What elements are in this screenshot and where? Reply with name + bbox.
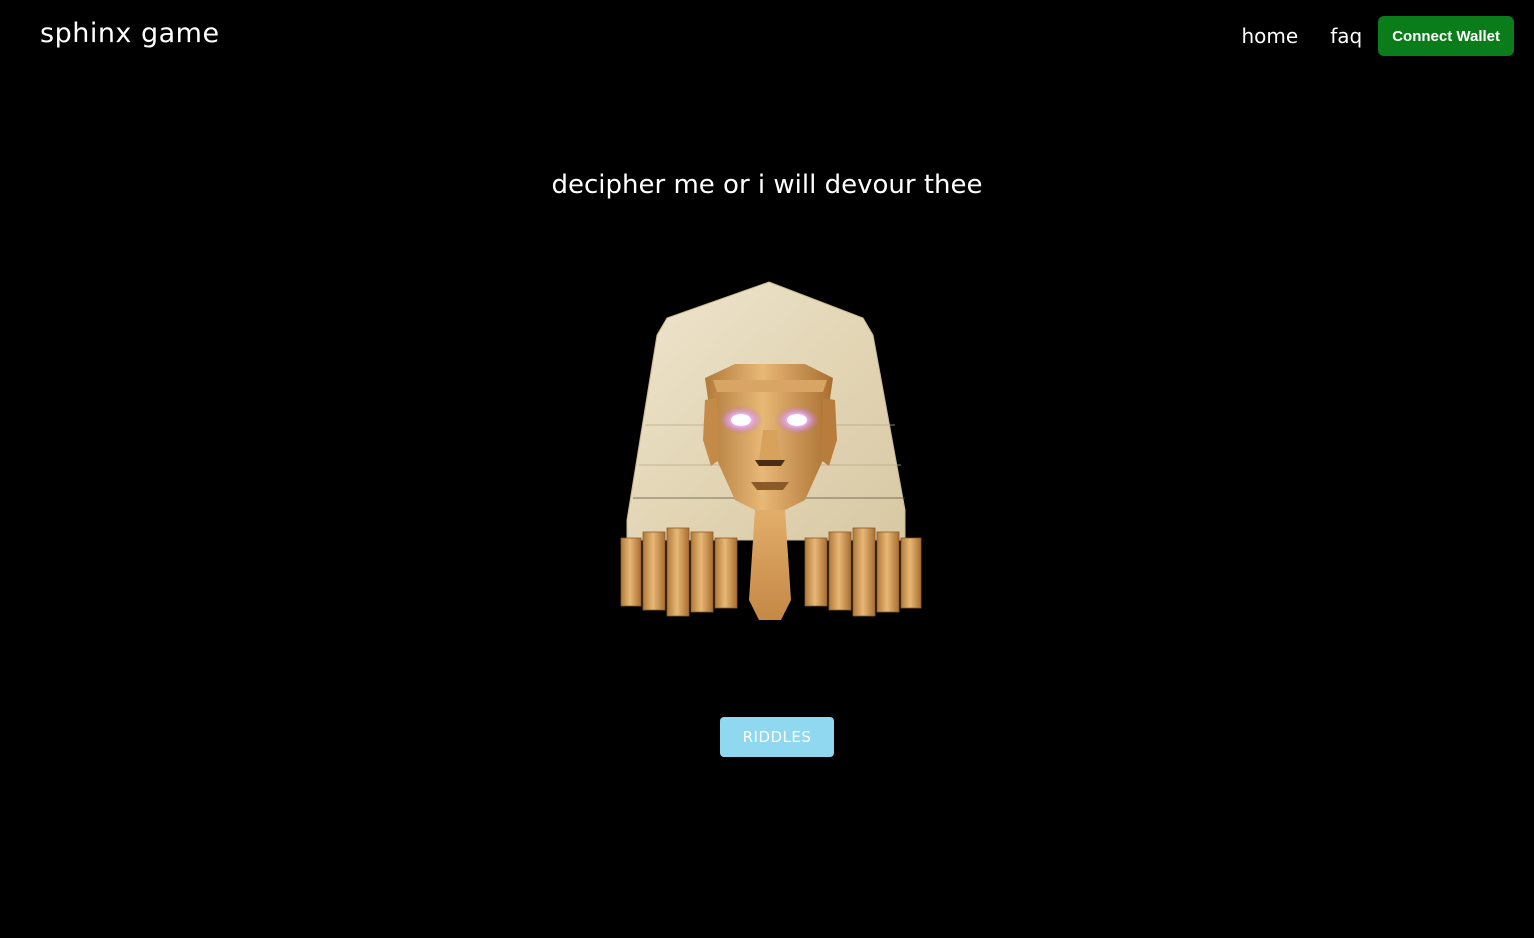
sphinx-head-image (620, 281, 922, 620)
nav-home-link[interactable]: home (1242, 24, 1299, 48)
top-nav: home faq Connect Wallet (1242, 16, 1514, 56)
connect-wallet-button[interactable]: Connect Wallet (1378, 16, 1514, 56)
page-headline: decipher me or i will devour thee (551, 170, 983, 200)
site-logo-link[interactable]: sphinx game (40, 18, 220, 49)
riddles-button[interactable]: RIDDLES (720, 717, 834, 757)
nav-faq-link[interactable]: faq (1330, 24, 1362, 48)
